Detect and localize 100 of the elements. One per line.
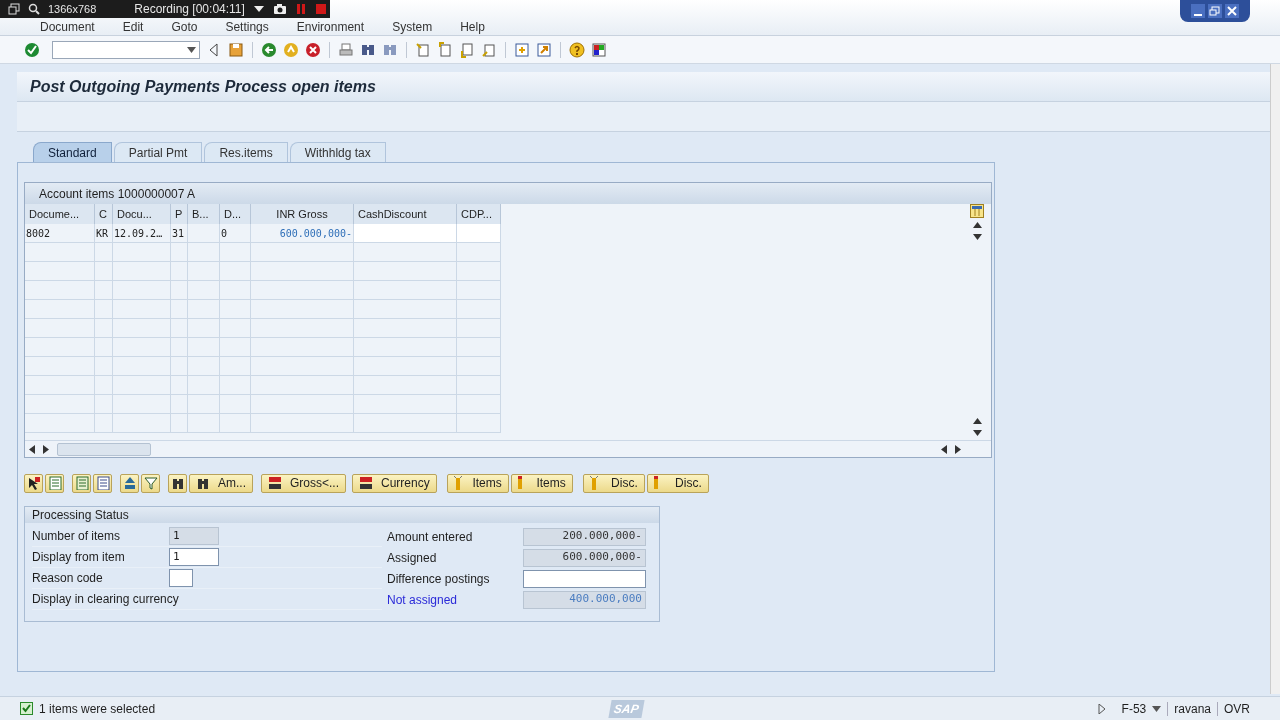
- list-icon: [47, 476, 62, 490]
- field-label: Reason code: [32, 570, 104, 587]
- save-icon[interactable]: [228, 41, 244, 58]
- group-title: Processing Status: [32, 507, 129, 524]
- checkmark-icon[interactable]: [24, 41, 40, 58]
- table-cell: [95, 281, 113, 300]
- menu-item[interactable]: Edit: [122, 20, 144, 34]
- table-cell: [220, 262, 251, 281]
- next-page-icon[interactable]: [459, 41, 475, 58]
- last-page-icon[interactable]: [481, 41, 497, 58]
- back-icon[interactable]: [261, 41, 277, 58]
- menu-item[interactable]: Settings: [225, 20, 269, 34]
- table-cell: [188, 357, 220, 376]
- input-field[interactable]: 1: [169, 548, 219, 566]
- toolbar-button[interactable]: Am...: [189, 473, 253, 493]
- field-label: Amount entered: [387, 528, 474, 546]
- new-session-icon[interactable]: [514, 41, 530, 58]
- binoculars-icon: [196, 476, 210, 490]
- field-label: Not assigned: [387, 591, 459, 609]
- scrollbar-thumb[interactable]: [57, 442, 151, 456]
- layout-settings-icon[interactable]: [970, 204, 984, 218]
- menu-item[interactable]: Help: [460, 20, 485, 34]
- cancel-icon[interactable]: [305, 41, 321, 58]
- table-cell: [95, 395, 113, 414]
- sap-logo: SAP: [608, 699, 645, 718]
- scroll-right-icon[interactable]: [43, 444, 49, 454]
- scroll-up-icon[interactable]: [972, 418, 982, 424]
- table-cell: [188, 243, 220, 262]
- table-cell: [220, 281, 251, 300]
- tab[interactable]: Standard: [33, 142, 112, 162]
- first-page-icon[interactable]: [415, 41, 431, 58]
- table-cell: [113, 262, 171, 281]
- toolbar-button[interactable]: Currency: [352, 473, 437, 493]
- layout-icon[interactable]: [591, 41, 607, 58]
- window-icon: [8, 3, 20, 15]
- toolbar-button[interactable]: Disc.: [582, 473, 645, 493]
- table-cell: [220, 300, 251, 319]
- transaction-code: F-53: [1121, 700, 1147, 718]
- table-title: Account items 1000000007 A: [39, 185, 196, 203]
- toolbar-button[interactable]: Gross<...: [261, 473, 347, 493]
- camera-icon[interactable]: [272, 3, 287, 15]
- toolbar-button[interactable]: Items: [510, 473, 573, 493]
- toolbar-button[interactable]: [24, 473, 43, 493]
- readonly-field: 1: [169, 527, 219, 545]
- table-cell: [95, 262, 113, 281]
- table-cell: [220, 357, 251, 376]
- menu-item[interactable]: Goto: [171, 20, 198, 34]
- table-cell: [188, 224, 220, 243]
- scrollbar[interactable]: [1270, 64, 1280, 694]
- menu-item[interactable]: Document: [40, 20, 95, 34]
- stop-icon[interactable]: [314, 3, 327, 15]
- pause-icon[interactable]: [294, 3, 307, 15]
- scroll-left-icon[interactable]: [29, 444, 35, 454]
- table-cell: [457, 319, 501, 338]
- scroll-left-icon[interactable]: [941, 444, 947, 454]
- table-cell: [188, 281, 220, 300]
- table-cell: [95, 243, 113, 262]
- table-cell: [113, 319, 171, 338]
- shortcut-icon[interactable]: [536, 41, 552, 58]
- table-cell: KR: [95, 224, 113, 243]
- scroll-right-icon[interactable]: [955, 444, 961, 454]
- table-cell[interactable]: [354, 224, 457, 243]
- table-cell: 0: [220, 224, 251, 243]
- toolbar-button[interactable]: [168, 473, 187, 493]
- dropdown-icon[interactable]: [252, 4, 265, 14]
- scroll-down-icon[interactable]: [972, 234, 982, 240]
- table-cell: [457, 262, 501, 281]
- close-icon[interactable]: [1225, 4, 1239, 18]
- previous-page-icon[interactable]: [437, 41, 453, 58]
- table-cell: [113, 376, 171, 395]
- table-cell: [188, 395, 220, 414]
- table-cell: [171, 319, 188, 338]
- tab[interactable]: Res.items: [204, 142, 288, 162]
- toolbar-button[interactable]: Items: [446, 473, 509, 493]
- help-icon[interactable]: [569, 41, 585, 58]
- menu-item[interactable]: System: [392, 20, 433, 34]
- tab[interactable]: Partial Pmt: [113, 142, 203, 162]
- screen-title: Post Outgoing Payments Process open items: [30, 76, 376, 97]
- toolbar-button[interactable]: Disc.: [646, 473, 709, 493]
- dropdown-icon[interactable]: [1152, 705, 1162, 712]
- list-icon: [95, 476, 110, 490]
- menu-item[interactable]: Environment: [296, 20, 365, 34]
- table-cell[interactable]: [457, 224, 501, 243]
- table-cell: [171, 414, 188, 433]
- success-icon: [20, 702, 33, 715]
- print-icon[interactable]: [338, 41, 354, 58]
- input-field[interactable]: [169, 569, 193, 587]
- table-cell: [171, 395, 188, 414]
- table-cell: [220, 395, 251, 414]
- tab[interactable]: Withhldg tax: [289, 142, 386, 162]
- restore-icon[interactable]: [1208, 4, 1222, 18]
- table-cell: [95, 376, 113, 395]
- scroll-down-icon[interactable]: [972, 430, 982, 436]
- input-field[interactable]: [523, 569, 646, 588]
- scroll-up-icon[interactable]: [972, 222, 982, 228]
- expand-icon[interactable]: [1097, 703, 1106, 714]
- minimize-icon[interactable]: [1191, 4, 1205, 18]
- filter-icon: [143, 476, 158, 490]
- input-mode: OVR: [1224, 700, 1250, 718]
- command-field[interactable]: [52, 40, 200, 59]
